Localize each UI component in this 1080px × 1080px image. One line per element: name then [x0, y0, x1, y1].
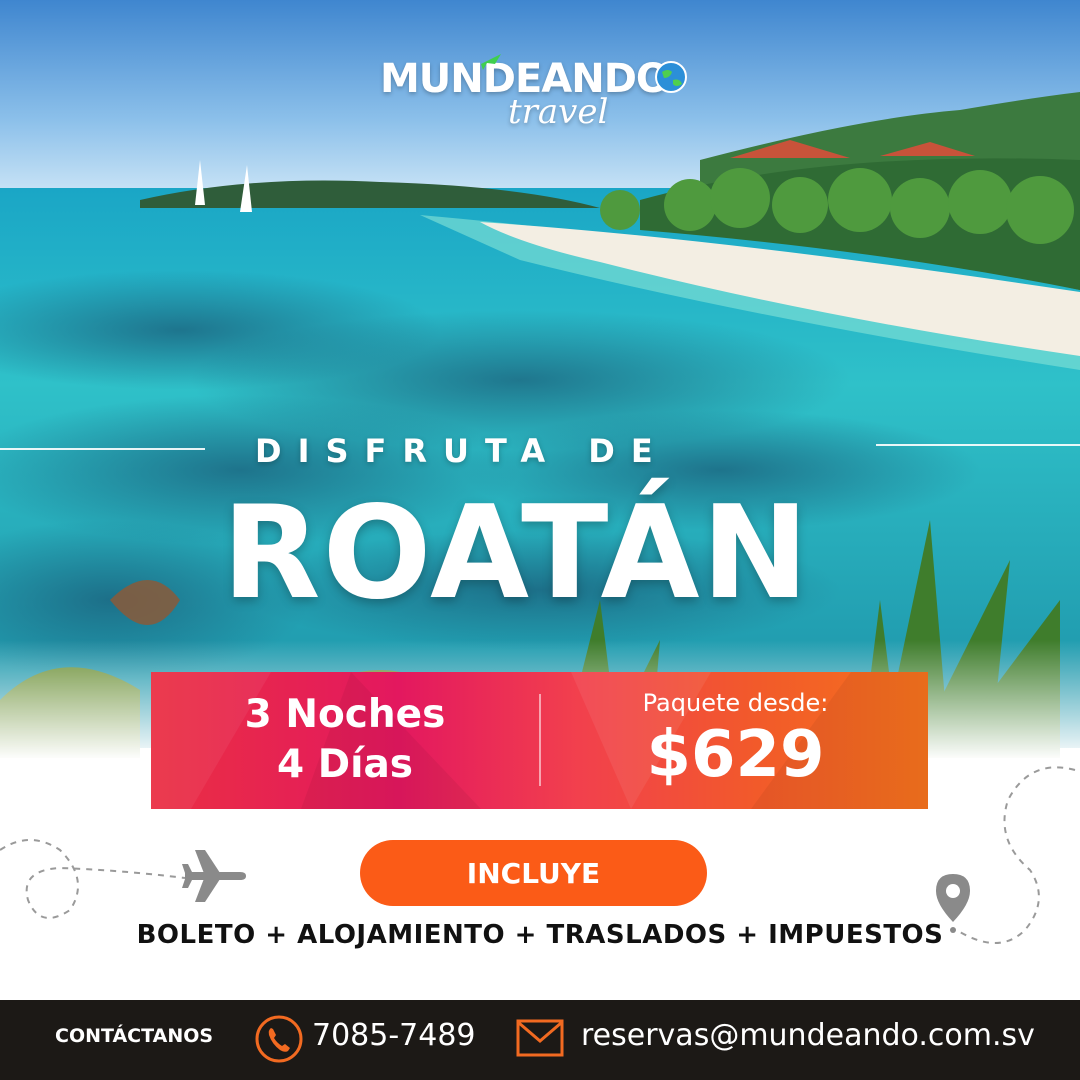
phone-icon	[255, 1015, 303, 1063]
contact-label: CONTÁCTANOS	[55, 1025, 214, 1047]
mail-icon	[516, 1019, 564, 1057]
phone-number[interactable]: 7085-7489	[312, 1018, 476, 1053]
brand-logo: MUNDEANDO travel	[380, 52, 690, 136]
plane-icon	[477, 54, 501, 70]
nights-text: 3 Noches	[244, 692, 446, 737]
price-label: Paquete desde:	[642, 689, 829, 717]
decorative-rule-right	[876, 444, 1080, 446]
includes-button[interactable]: INCLUYE	[360, 840, 707, 906]
includes-list: BOLETO + ALOJAMIENTO + TRASLADOS + IMPUE…	[136, 920, 944, 950]
globe-icon	[655, 61, 687, 93]
contact-footer: CONTÁCTANOS 7085-7489 reservas@mundeando…	[0, 1000, 1080, 1080]
destination-title: ROATÁN	[222, 479, 811, 628]
logo-tagline: travel	[508, 92, 609, 132]
plane-icon	[182, 850, 246, 902]
decorative-rule-left	[0, 448, 205, 450]
email-address[interactable]: reservas@mundeando.com.sv	[581, 1018, 1035, 1053]
headline-kicker: DISFRUTA DE	[255, 432, 669, 470]
